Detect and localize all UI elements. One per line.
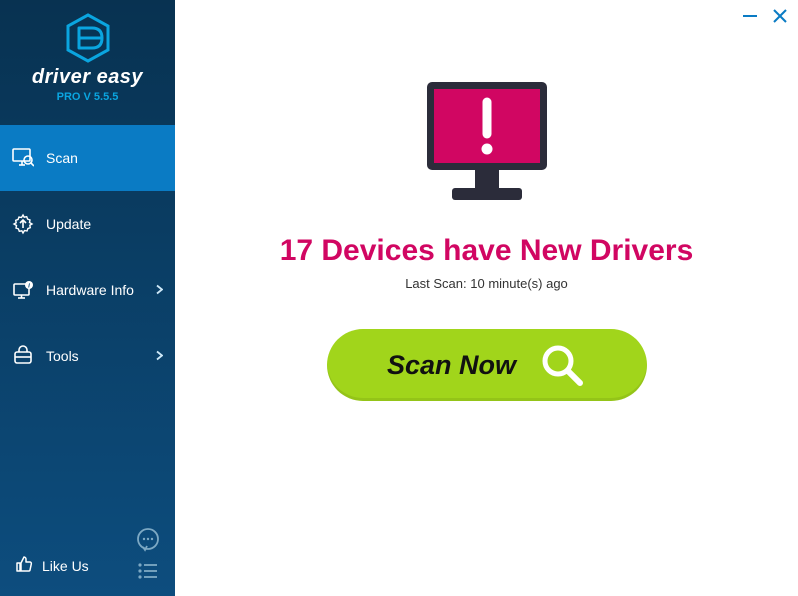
nav-tools-label: Tools	[46, 348, 79, 364]
hero: 17 Devices have New Drivers Last Scan: 1…	[175, 0, 798, 401]
main-panel: 17 Devices have New Drivers Last Scan: 1…	[175, 0, 798, 596]
logo-hex-icon	[0, 12, 175, 64]
nav-scan[interactable]: Scan	[0, 125, 175, 191]
magnifier-icon	[538, 341, 586, 389]
chevron-right-icon	[156, 283, 163, 298]
nav-tools[interactable]: Tools	[0, 323, 175, 389]
window-controls	[742, 8, 788, 24]
app-version: PRO V 5.5.5	[0, 91, 175, 103]
scan-now-button[interactable]: Scan Now	[327, 329, 647, 401]
like-label[interactable]: Like Us	[42, 558, 89, 574]
nav-update[interactable]: Update	[0, 191, 175, 257]
nav: Scan Update i H	[0, 125, 175, 389]
logo-area: driver easy PRO V 5.5.5	[0, 0, 175, 111]
nav-scan-label: Scan	[46, 150, 78, 166]
nav-hardware[interactable]: i Hardware Info	[0, 257, 175, 323]
minimize-icon[interactable]	[742, 8, 758, 24]
hardware-info-icon: i	[12, 279, 34, 301]
brand-name: driver easy	[0, 66, 175, 89]
update-gear-icon	[12, 213, 34, 235]
sidebar: driver easy PRO V 5.5.5 Scan	[0, 0, 175, 596]
scan-now-label: Scan Now	[387, 350, 516, 381]
sidebar-footer: Like Us	[0, 546, 175, 586]
close-icon[interactable]	[772, 8, 788, 24]
monitor-alert-icon	[175, 72, 798, 212]
nav-update-label: Update	[46, 216, 91, 232]
chevron-right-icon	[156, 349, 163, 364]
last-scan-text: Last Scan: 10 minute(s) ago	[175, 276, 798, 291]
nav-hardware-label: Hardware Info	[46, 282, 134, 298]
svg-text:i: i	[28, 282, 30, 289]
scan-monitor-icon	[12, 147, 34, 169]
thumbs-up-icon[interactable]	[14, 554, 34, 579]
tools-icon	[12, 345, 34, 367]
headline: 17 Devices have New Drivers	[175, 234, 798, 268]
